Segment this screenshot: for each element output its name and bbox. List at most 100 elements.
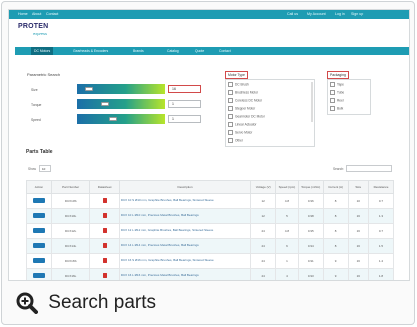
torque-cell: 0.94 — [297, 238, 324, 254]
motor-type-option[interactable]: Coreless DC Motor — [228, 98, 262, 103]
table-row: DCX14L DCX 14 L Ø14 mm, Precious Metal Br… — [26, 238, 395, 254]
nav-item-dc-motors[interactable]: DC Motors — [31, 47, 54, 55]
parts-table-body: DCX10S DCX 10 S Ø10 mm, Graphite Brushes,… — [26, 193, 395, 280]
part-number-cell[interactable]: DCX10L — [50, 208, 91, 224]
motor-type-scrollbar[interactable] — [311, 82, 313, 122]
column-header[interactable]: Voltage (V) — [250, 180, 277, 194]
resistance-cell: 0.7 — [367, 193, 395, 209]
select-part-button[interactable] — [32, 213, 45, 218]
pdf-datasheet-icon[interactable] — [102, 273, 107, 278]
resistance-cell: 1.8 — [367, 268, 395, 280]
pdf-datasheet-icon[interactable] — [102, 243, 107, 248]
description-cell: DCX 16 S Ø16 mm, Graphite Brushes, Ball … — [118, 253, 252, 269]
description-cell: DCX 10 L Ø10 mm, Precious Metal Brushes,… — [118, 208, 252, 224]
motor-type-option[interactable]: Servo Motor — [228, 130, 252, 135]
current-cell: 8 — [322, 223, 349, 239]
topbar-link-account[interactable]: My Account — [307, 12, 326, 16]
select-part-button[interactable] — [32, 228, 45, 233]
caption-label: Search parts — [48, 292, 157, 313]
page-size-label: Show — [28, 167, 36, 171]
nav-item-contact[interactable]: Contact — [219, 49, 231, 55]
column-header[interactable]: Description — [118, 180, 252, 194]
torque-slider-handle[interactable] — [101, 102, 109, 106]
description-cell: DCX 10 S Ø10 mm, Graphite Brushes, Ball … — [118, 193, 252, 209]
motor-type-option[interactable]: DC Brush — [228, 82, 249, 87]
packaging-option[interactable]: Tube — [330, 90, 344, 95]
torque-range-gradient — [77, 99, 165, 109]
nav-item-gearheads[interactable]: Gearheads & Encoders — [73, 49, 108, 55]
parts-table-title: Parts Table — [26, 149, 53, 155]
topbar-link-call[interactable]: Call us — [287, 12, 298, 16]
motor-type-option[interactable]: Brushless Motor — [228, 90, 258, 95]
topbar-link-signup[interactable]: Sign up — [351, 12, 363, 16]
action-cell — [26, 238, 52, 254]
packaging-header: Packaging — [327, 71, 349, 79]
part-number-cell[interactable]: DCX12L — [50, 223, 91, 239]
column-header[interactable]: Size — [347, 180, 369, 194]
part-number-cell[interactable]: DCX14L — [50, 238, 91, 254]
page-size-select[interactable]: 10 — [39, 165, 51, 172]
nav-item-catalog[interactable]: Catalog — [167, 49, 179, 55]
voltage-cell: 12 — [250, 208, 277, 224]
voltage-cell: 24 — [250, 223, 277, 239]
part-number-cell[interactable]: DCX16S — [50, 253, 91, 269]
pdf-datasheet-icon[interactable] — [102, 228, 107, 233]
torque-value-input[interactable]: 1 — [168, 100, 201, 108]
site-logo[interactable]: PROTEN — [18, 23, 48, 30]
description-cell: DCX 16 L Ø16 mm, Precious Metal Brushes,… — [118, 268, 252, 280]
select-part-button[interactable] — [32, 243, 45, 248]
resistance-cell: 0.7 — [367, 223, 395, 239]
filter-row-label: Speed — [31, 118, 41, 122]
size-slider-handle[interactable] — [85, 87, 93, 91]
column-header[interactable]: Current (A) — [322, 180, 349, 194]
speed-slider-handle[interactable] — [109, 117, 117, 121]
topbar-link-login[interactable]: Log in — [335, 12, 345, 16]
current-cell: 8 — [322, 208, 349, 224]
select-part-button[interactable] — [32, 258, 45, 263]
part-number-cell[interactable]: DCX16L — [50, 268, 91, 280]
motor-type-option[interactable]: Stepper Motor — [228, 106, 255, 111]
pdf-datasheet-icon[interactable] — [102, 198, 107, 203]
table-row: DCX10S DCX 10 S Ø10 mm, Graphite Brushes,… — [26, 193, 395, 209]
size-value-input[interactable]: 16 — [168, 85, 201, 93]
nav-item-brands[interactable]: Brands — [133, 49, 144, 55]
column-header[interactable]: Resistance — [367, 180, 395, 194]
motor-type-option[interactable]: Other — [228, 138, 243, 143]
nav-item-quote[interactable]: Quote — [195, 49, 204, 55]
table-header-row: Action Part Number Datasheet Description… — [26, 180, 395, 194]
column-header[interactable]: Torque (mNm) — [297, 180, 324, 194]
speed-cell: 4.8 — [275, 223, 299, 239]
column-header[interactable]: Speed (rpm) — [275, 180, 299, 194]
site-topbar: Home About Contact Call us My Account Lo… — [9, 10, 409, 19]
torque-cell: 0.93 — [297, 268, 324, 280]
action-cell — [26, 208, 52, 224]
motor-type-header: Motor Type — [225, 71, 248, 79]
topbar-link-about[interactable]: About — [32, 12, 41, 16]
speed-cell: 5 — [275, 208, 299, 224]
packaging-option[interactable]: Bulk — [330, 106, 343, 111]
pdf-datasheet-icon[interactable] — [102, 213, 107, 218]
column-header[interactable]: Datasheet — [89, 180, 120, 194]
speed-cell: 4 — [275, 268, 299, 280]
topbar-link-home[interactable]: Home — [18, 12, 28, 16]
table-search-input[interactable] — [346, 165, 392, 172]
packaging-option[interactable]: Tape — [330, 82, 344, 87]
speed-value-input[interactable]: 1 — [168, 115, 201, 123]
search-parts-card[interactable]: Home About Contact Call us My Account Lo… — [1, 1, 415, 325]
motor-type-option[interactable]: Gearmotor DC Motor — [228, 114, 265, 119]
topbar-link-contact[interactable]: Contact — [46, 12, 58, 16]
select-part-button[interactable] — [32, 198, 45, 203]
pdf-datasheet-icon[interactable] — [102, 258, 107, 263]
description-cell: DCX 14 L Ø14 mm, Precious Metal Brushes,… — [118, 238, 252, 254]
packaging-option[interactable]: Reel — [330, 98, 344, 103]
search-parts-caption[interactable]: Search parts — [16, 290, 156, 316]
table-search-label: Search: — [333, 167, 344, 171]
website-preview-screenshot[interactable]: Home About Contact Call us My Account Lo… — [8, 9, 410, 281]
part-number-cell[interactable]: DCX10S — [50, 193, 91, 209]
select-part-button[interactable] — [32, 273, 45, 278]
column-header[interactable]: Action — [26, 180, 52, 194]
table-row: DCX12L DCX 12 L Ø12 mm, Graphite Brushes,… — [26, 223, 395, 239]
motor-type-option[interactable]: Linear Actuator — [228, 122, 256, 127]
size-cell: 10 — [347, 193, 369, 209]
column-header[interactable]: Part Number — [50, 180, 91, 194]
